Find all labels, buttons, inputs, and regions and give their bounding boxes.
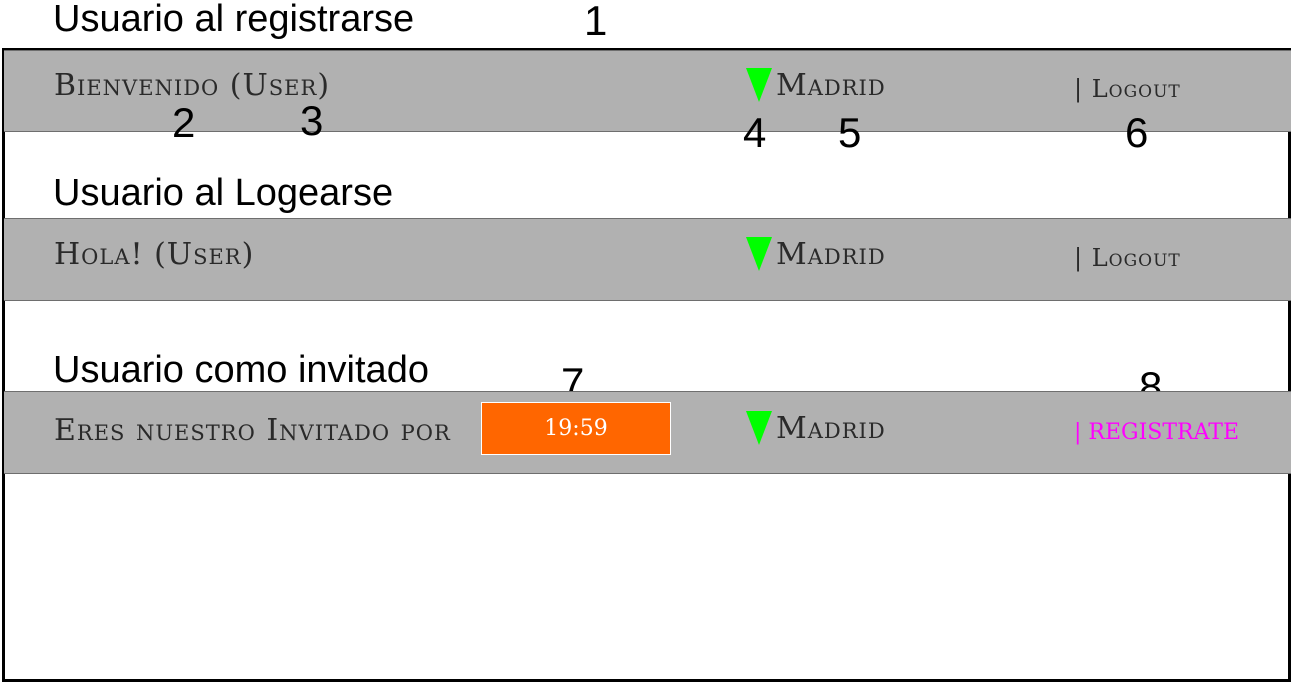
city-selector[interactable]: Madrid [776,240,886,270]
location-marker-icon[interactable] [746,411,772,445]
header-bar-guest: Eres nuestro Invitado por 19:59 Madrid |… [4,391,1291,474]
annotation-3: 3 [300,97,324,144]
guest-greeting-text: Eres nuestro Invitado por [54,413,451,448]
city-selector[interactable]: Madrid [776,71,886,101]
section-title-registered: Usuario al registrarse [53,0,415,40]
annotation-1: 1 [584,0,608,44]
header-bar-registered: Bienvenido (User) Madrid | Logout [4,50,1291,132]
logout-link[interactable]: | Logout [1074,77,1181,101]
annotation-5: 5 [838,109,862,156]
city-selector[interactable]: Madrid [776,414,886,444]
header-bar-logged-in: Hola! (User) Madrid | Logout [4,218,1291,301]
annotation-6: 6 [1125,109,1149,156]
location-marker-icon[interactable] [746,68,772,102]
guest-countdown-timer: 19:59 [481,402,671,455]
logout-link[interactable]: | Logout [1074,246,1181,270]
section-title-guest: Usuario como invitado [53,349,429,391]
register-link[interactable]: | REGISTRATE [1074,422,1239,444]
greeting-text: Bienvenido (User) [54,68,331,103]
section-title-logged-in: Usuario al Logearse [53,172,394,214]
annotation-2: 2 [172,99,196,146]
greeting-text: Hola! (User) [54,237,255,272]
location-marker-icon[interactable] [746,237,772,271]
annotation-4: 4 [743,109,767,156]
